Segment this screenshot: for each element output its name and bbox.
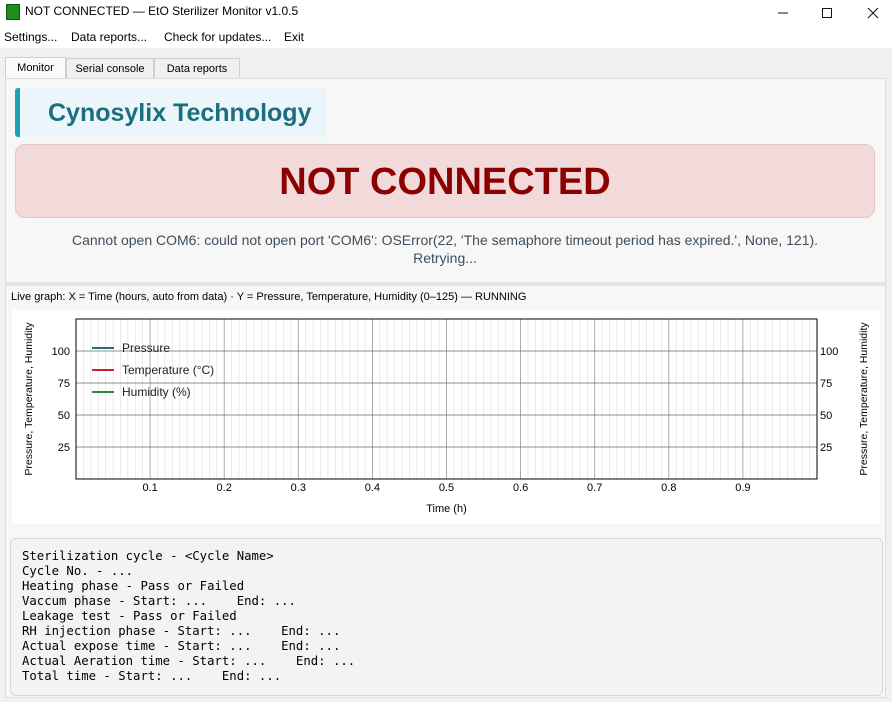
menu-check-updates[interactable]: Check for updates... [164,30,271,44]
live-graph-svg: 0.1 0.2 0.3 0.4 0.5 0.6 0.7 0.8 0.9 25 25 50 50 75 75 1… [23,318,870,515]
connection-status-box: NOT CONNECTED [15,144,875,218]
cycle-info-line: Heating phase - Pass or Failed [22,579,245,593]
y-tick-label-left: 75 [58,378,70,390]
x-tick-label: 0.8 [661,482,676,494]
x-tick-label: 0.3 [291,482,306,494]
y-tick-label-right: 100 [820,346,838,358]
cycle-info-line: Actual expose time - Start: ... End: ... [22,639,341,653]
y-tick-label-right: 50 [820,410,832,422]
legend-label: Temperature (°C) [122,363,214,377]
error-message: Cannot open COM6: could not open port 'C… [30,231,860,267]
y-axis-label-left: Pressure, Temperature, Humidity [23,322,35,476]
menu-settings[interactable]: Settings... [4,30,57,44]
minimize-icon [778,12,788,14]
maximize-button[interactable] [804,0,850,26]
app-icon [6,4,20,20]
cycle-info-line: Cycle No. - ... [22,564,134,578]
close-button[interactable] [850,0,892,26]
y-tick-label-left: 100 [52,346,70,358]
company-banner: Cynosylix Technology [15,88,326,137]
x-tick-label: 0.5 [439,482,454,494]
menu-exit[interactable]: Exit [284,30,304,44]
y-tick-label-left: 50 [58,410,70,422]
live-graph: 0.1 0.2 0.3 0.4 0.5 0.6 0.7 0.8 0.9 25 25 50 50 75 75 1… [12,310,880,524]
window-title: NOT CONNECTED — EtO Sterilizer Monitor v… [25,4,299,18]
separator [6,282,885,286]
maximize-icon [822,8,832,18]
minimize-button[interactable] [760,0,806,26]
menu-data-reports[interactable]: Data reports... [71,30,147,44]
x-tick-label: 0.7 [587,482,602,494]
cycle-info-line: Total time - Start: ... End: ... [22,669,282,683]
error-line-2: Retrying... [413,250,477,266]
y-tick-label-left: 25 [58,442,70,454]
legend-label: Humidity (%) [122,385,191,399]
cycle-info-line: Actual Aeration time - Start: ... End: .… [22,654,356,668]
cycle-info-box: Sterilization cycle - <Cycle Name> Cycle … [10,538,883,696]
y-tick-label-right: 25 [820,442,832,454]
error-line-1: Cannot open COM6: could not open port 'C… [71,232,819,248]
cycle-info-line: Leakage test - Pass or Failed [22,609,237,623]
menu-bar: Settings... Data reports... Check for up… [0,26,892,48]
cycle-info-line: Sterilization cycle - <Cycle Name> [22,549,274,563]
close-icon [867,7,879,19]
x-axis-label: Time (h) [426,503,467,515]
graph-caption: Live graph: X = Time (hours, auto from d… [11,291,527,303]
y-axis-label-right: Pressure, Temperature, Humidity [858,322,870,476]
connection-status: NOT CONNECTED [279,161,611,203]
cycle-info-line: Vaccum phase - Start: ... End: ... [22,594,296,608]
x-tick-label: 0.4 [365,482,380,494]
y-tick-label-right: 75 [820,378,832,390]
company-name: Cynosylix Technology [48,99,312,127]
tab-serial-console[interactable]: Serial console [66,58,154,79]
cycle-info-line: RH injection phase - Start: ... End: ... [22,624,341,638]
x-tick-label: 0.2 [217,482,232,494]
x-tick-label: 0.9 [735,482,750,494]
tab-data-reports[interactable]: Data reports [154,58,240,79]
x-tick-label: 0.6 [513,482,528,494]
tab-monitor[interactable]: Monitor [5,57,66,79]
legend-label: Pressure [122,341,170,355]
title-bar: NOT CONNECTED — EtO Sterilizer Monitor v… [0,0,892,26]
x-tick-label: 0.1 [142,482,157,494]
